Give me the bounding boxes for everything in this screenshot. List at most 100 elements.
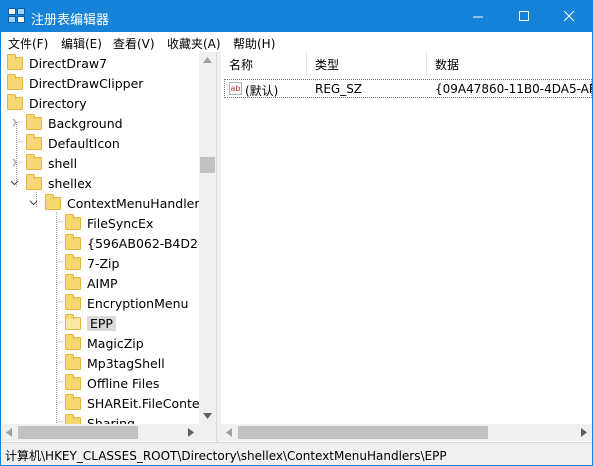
value-type: REG_SZ xyxy=(315,82,363,96)
value-data: {09A47860-11B0-4DA5-AFA xyxy=(435,82,592,96)
list-horizontal-scroll-thumb[interactable] xyxy=(238,426,488,439)
folder-icon xyxy=(45,193,61,210)
tree-item-label: AIMP xyxy=(87,275,118,291)
scroll-right-arrow-icon[interactable] xyxy=(188,428,194,437)
folder-icon xyxy=(7,53,23,70)
close-icon xyxy=(563,11,574,22)
tree-item-label-selected: EPP xyxy=(87,315,116,331)
folder-open-icon xyxy=(65,313,81,330)
tree-item-label: shellex xyxy=(48,175,92,191)
column-header-name[interactable]: 名称 xyxy=(221,52,307,77)
tree-item-mp3tagshell[interactable]: Mp3tagShell xyxy=(65,353,165,373)
status-bar: 计算机\HKEY_CLASSES_ROOT\Directory\shellex\… xyxy=(1,442,592,465)
menu-edit[interactable]: 编辑(E) xyxy=(61,35,102,52)
folder-icon xyxy=(65,273,81,290)
tree-item-label: DirectDrawClipper xyxy=(29,75,144,91)
tree-vertical-scroll-thumb[interactable] xyxy=(200,157,215,173)
tree-item-7zip[interactable]: 7-Zip xyxy=(65,253,119,273)
tree-item-contextmenuhandlers[interactable]: ContextMenuHandlers xyxy=(45,193,206,213)
tree-item-label: MagicZip xyxy=(87,335,144,351)
menu-bar: 文件(F) 编辑(E) 查看(V) 收藏夹(A) 帮助(H) xyxy=(1,32,592,52)
collapse-chevron-icon[interactable] xyxy=(10,178,19,187)
expand-chevron-icon[interactable] xyxy=(10,158,19,167)
folder-icon xyxy=(7,73,23,90)
folder-icon xyxy=(65,393,81,410)
tree-item-shellex[interactable]: shellex xyxy=(26,173,92,193)
tree-item-background[interactable]: Background xyxy=(26,113,123,133)
folder-icon xyxy=(7,93,23,110)
tree-item-label: EncryptionMenu xyxy=(87,295,189,311)
scrollbar-corner xyxy=(199,424,216,441)
column-header-label: 类型 xyxy=(315,58,340,72)
tree-item-label: Mp3tagShell xyxy=(87,355,165,371)
tree-item-label: Offline Files xyxy=(87,375,160,391)
tree-item-label: Directory xyxy=(29,95,87,111)
scroll-up-arrow-icon[interactable] xyxy=(203,57,212,63)
folder-icon xyxy=(65,233,81,250)
scroll-left-arrow-icon[interactable] xyxy=(226,428,232,437)
tree-item-filesyncex[interactable]: FileSyncEx xyxy=(65,213,153,233)
tree-item-label: DefaultIcon xyxy=(48,135,120,151)
registry-values-list[interactable]: 名称 类型 数据 ab (默认) REG_SZ {09A47860-11B0-4… xyxy=(221,52,592,442)
tree-item-epp[interactable]: EPP xyxy=(65,313,116,333)
tree-item-magiczip[interactable]: MagicZip xyxy=(65,333,144,353)
column-header-data[interactable]: 数据 xyxy=(427,52,592,77)
folder-icon xyxy=(65,293,81,310)
menu-help[interactable]: 帮助(H) xyxy=(233,35,275,52)
menu-favorites[interactable]: 收藏夹(A) xyxy=(167,35,221,52)
list-horizontal-scrollbar[interactable] xyxy=(221,424,592,441)
folder-icon xyxy=(65,213,81,230)
minimize-icon xyxy=(472,16,483,18)
tree-item-directdraw7[interactable]: DirectDraw7 xyxy=(7,53,107,73)
title-bar[interactable]: 注册表编辑器 xyxy=(1,1,592,32)
folder-icon xyxy=(65,333,81,350)
tree-item-label: {596AB062-B4D2-42 xyxy=(87,235,217,251)
maximize-icon xyxy=(518,11,529,21)
tree-horizontal-scroll-thumb[interactable] xyxy=(18,426,138,439)
tree-horizontal-scrollbar[interactable] xyxy=(1,424,199,441)
tree-item-596ab062[interactable]: {596AB062-B4D2-42 xyxy=(65,233,217,253)
scroll-left-arrow-icon[interactable] xyxy=(6,428,12,437)
tree-item-directdrawclipper[interactable]: DirectDrawClipper xyxy=(7,73,143,93)
tree-vertical-scrollbar[interactable] xyxy=(199,52,216,424)
value-name: (默认) xyxy=(245,84,279,98)
expand-chevron-icon[interactable] xyxy=(10,118,19,127)
folder-icon xyxy=(65,253,81,270)
folder-icon xyxy=(26,153,42,170)
tree-item-label: Background xyxy=(48,115,123,131)
tree-item-offline-files[interactable]: Offline Files xyxy=(65,373,159,393)
tree-item-label: SHAREit.FileContextM xyxy=(87,395,217,411)
close-button[interactable] xyxy=(546,1,592,32)
tree-item-shell[interactable]: shell xyxy=(26,153,77,173)
maximize-button[interactable] xyxy=(501,1,547,32)
scroll-down-arrow-icon[interactable] xyxy=(203,413,212,419)
folder-icon xyxy=(26,113,42,130)
registry-editor-icon xyxy=(8,8,25,23)
tree-item-label: shell xyxy=(48,155,78,171)
menu-view[interactable]: 查看(V) xyxy=(113,35,155,52)
collapse-chevron-icon[interactable] xyxy=(29,198,38,207)
folder-icon xyxy=(65,353,81,370)
folder-icon xyxy=(65,373,81,390)
tree-item-label: DirectDraw7 xyxy=(29,55,108,71)
string-value-icon: ab xyxy=(229,82,242,95)
column-header-label: 名称 xyxy=(229,58,254,72)
tree-item-shareit[interactable]: SHAREit.FileContextM xyxy=(65,393,217,413)
minimize-button[interactable] xyxy=(455,1,501,32)
current-key-path: 计算机\HKEY_CLASSES_ROOT\Directory\shellex\… xyxy=(5,449,447,463)
tree-item-aimp[interactable]: AIMP xyxy=(65,273,118,293)
menu-file[interactable]: 文件(F) xyxy=(8,35,48,52)
tree-item-label: ContextMenuHandlers xyxy=(67,195,207,211)
tree-item-label: 7-Zip xyxy=(87,255,120,271)
scroll-right-arrow-icon[interactable] xyxy=(581,428,587,437)
tree-item-encryptionmenu[interactable]: EncryptionMenu xyxy=(65,293,188,313)
tree-item-directory[interactable]: Directory xyxy=(7,93,87,113)
column-header-type[interactable]: 类型 xyxy=(307,52,427,77)
column-header-label: 数据 xyxy=(435,58,460,72)
tree-item-label: FileSyncEx xyxy=(87,215,154,231)
folder-icon xyxy=(26,173,42,190)
folder-icon xyxy=(26,133,42,150)
tree-item-defaulticon[interactable]: DefaultIcon xyxy=(26,133,120,153)
value-row[interactable]: ab (默认) REG_SZ {09A47860-11B0-4DA5-AFA xyxy=(224,79,592,98)
registry-key-tree[interactable]: DirectDraw7 DirectDrawClipper Directory … xyxy=(1,52,217,442)
